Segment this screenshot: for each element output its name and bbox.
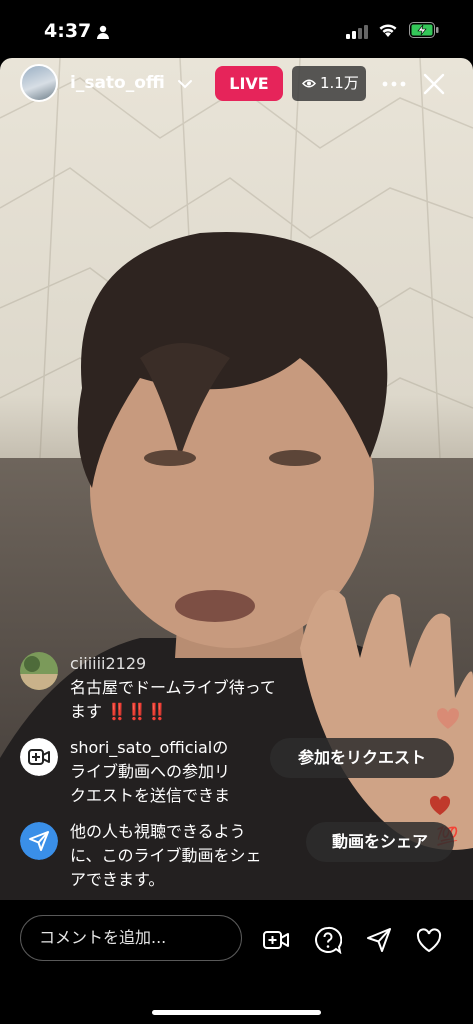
system-text-line: shori_sato_officialの — [70, 738, 229, 757]
commenter-avatar[interactable] — [20, 652, 58, 690]
video-camera-add-icon — [20, 738, 58, 776]
cellular-signal-icon — [346, 25, 368, 39]
live-top-bar: i_sato_offi LIVE 1.1万 — [0, 60, 473, 108]
share-video-button[interactable]: 動画をシェア — [306, 822, 454, 862]
comment-text-line2: ます ‼️‼️‼️ — [70, 700, 167, 724]
comment-input[interactable]: コメントを追加... — [20, 915, 242, 961]
system-text-line: 他の人も視聴できるよう — [70, 822, 246, 841]
comment-text: ます — [70, 702, 103, 721]
battery-charging-icon — [409, 22, 439, 38]
person-icon — [97, 25, 109, 39]
send-icon[interactable] — [365, 926, 393, 954]
add-guest-video-icon[interactable] — [262, 926, 290, 954]
system-text-line: ライブ動画への参加リ — [70, 762, 231, 781]
eye-icon — [302, 79, 316, 88]
system-text-line: に、このライブ動画をシェ — [70, 846, 262, 865]
question-icon[interactable] — [314, 926, 342, 954]
heart-icon[interactable] — [415, 926, 443, 954]
host-avatar[interactable] — [20, 64, 58, 102]
system-message-text: shori_sato_officialの ライブ動画への参加リ クエストを送信で… — [70, 736, 270, 808]
comment-text-line1: 名古屋でドームライブ待って — [70, 678, 276, 697]
close-icon[interactable] — [422, 72, 446, 96]
system-text-line: アできます。 — [70, 870, 165, 889]
host-username[interactable]: i_sato_offi — [70, 73, 172, 93]
system-message-text: 他の人も視聴できるよう に、このライブ動画をシェ アできます。 — [70, 820, 280, 892]
viewer-count: 1.1万 — [320, 74, 359, 92]
chevron-down-icon[interactable] — [177, 78, 193, 90]
status-time: 4:37 — [44, 20, 92, 42]
bottom-bar: コメントを追加... — [0, 900, 473, 1024]
viewer-count-pill[interactable]: 1.1万 — [292, 66, 366, 101]
more-options-icon[interactable] — [382, 80, 406, 88]
comment-item[interactable]: ciiiiii2129 名古屋でドームライブ待って ます ‼️‼️‼️ — [20, 652, 460, 738]
request-to-join-button[interactable]: 参加をリクエスト — [270, 738, 454, 778]
wifi-icon — [379, 24, 397, 37]
comment-username[interactable]: ciiiiii2129 — [70, 654, 146, 673]
comment-emoji: ‼️‼️‼️ — [107, 702, 167, 721]
live-badge: LIVE — [215, 66, 283, 101]
system-text-line: クエストを送信できま — [70, 786, 231, 805]
share-icon — [20, 822, 58, 860]
status-bar: 4:37 — [0, 0, 473, 58]
home-indicator — [152, 1010, 321, 1015]
